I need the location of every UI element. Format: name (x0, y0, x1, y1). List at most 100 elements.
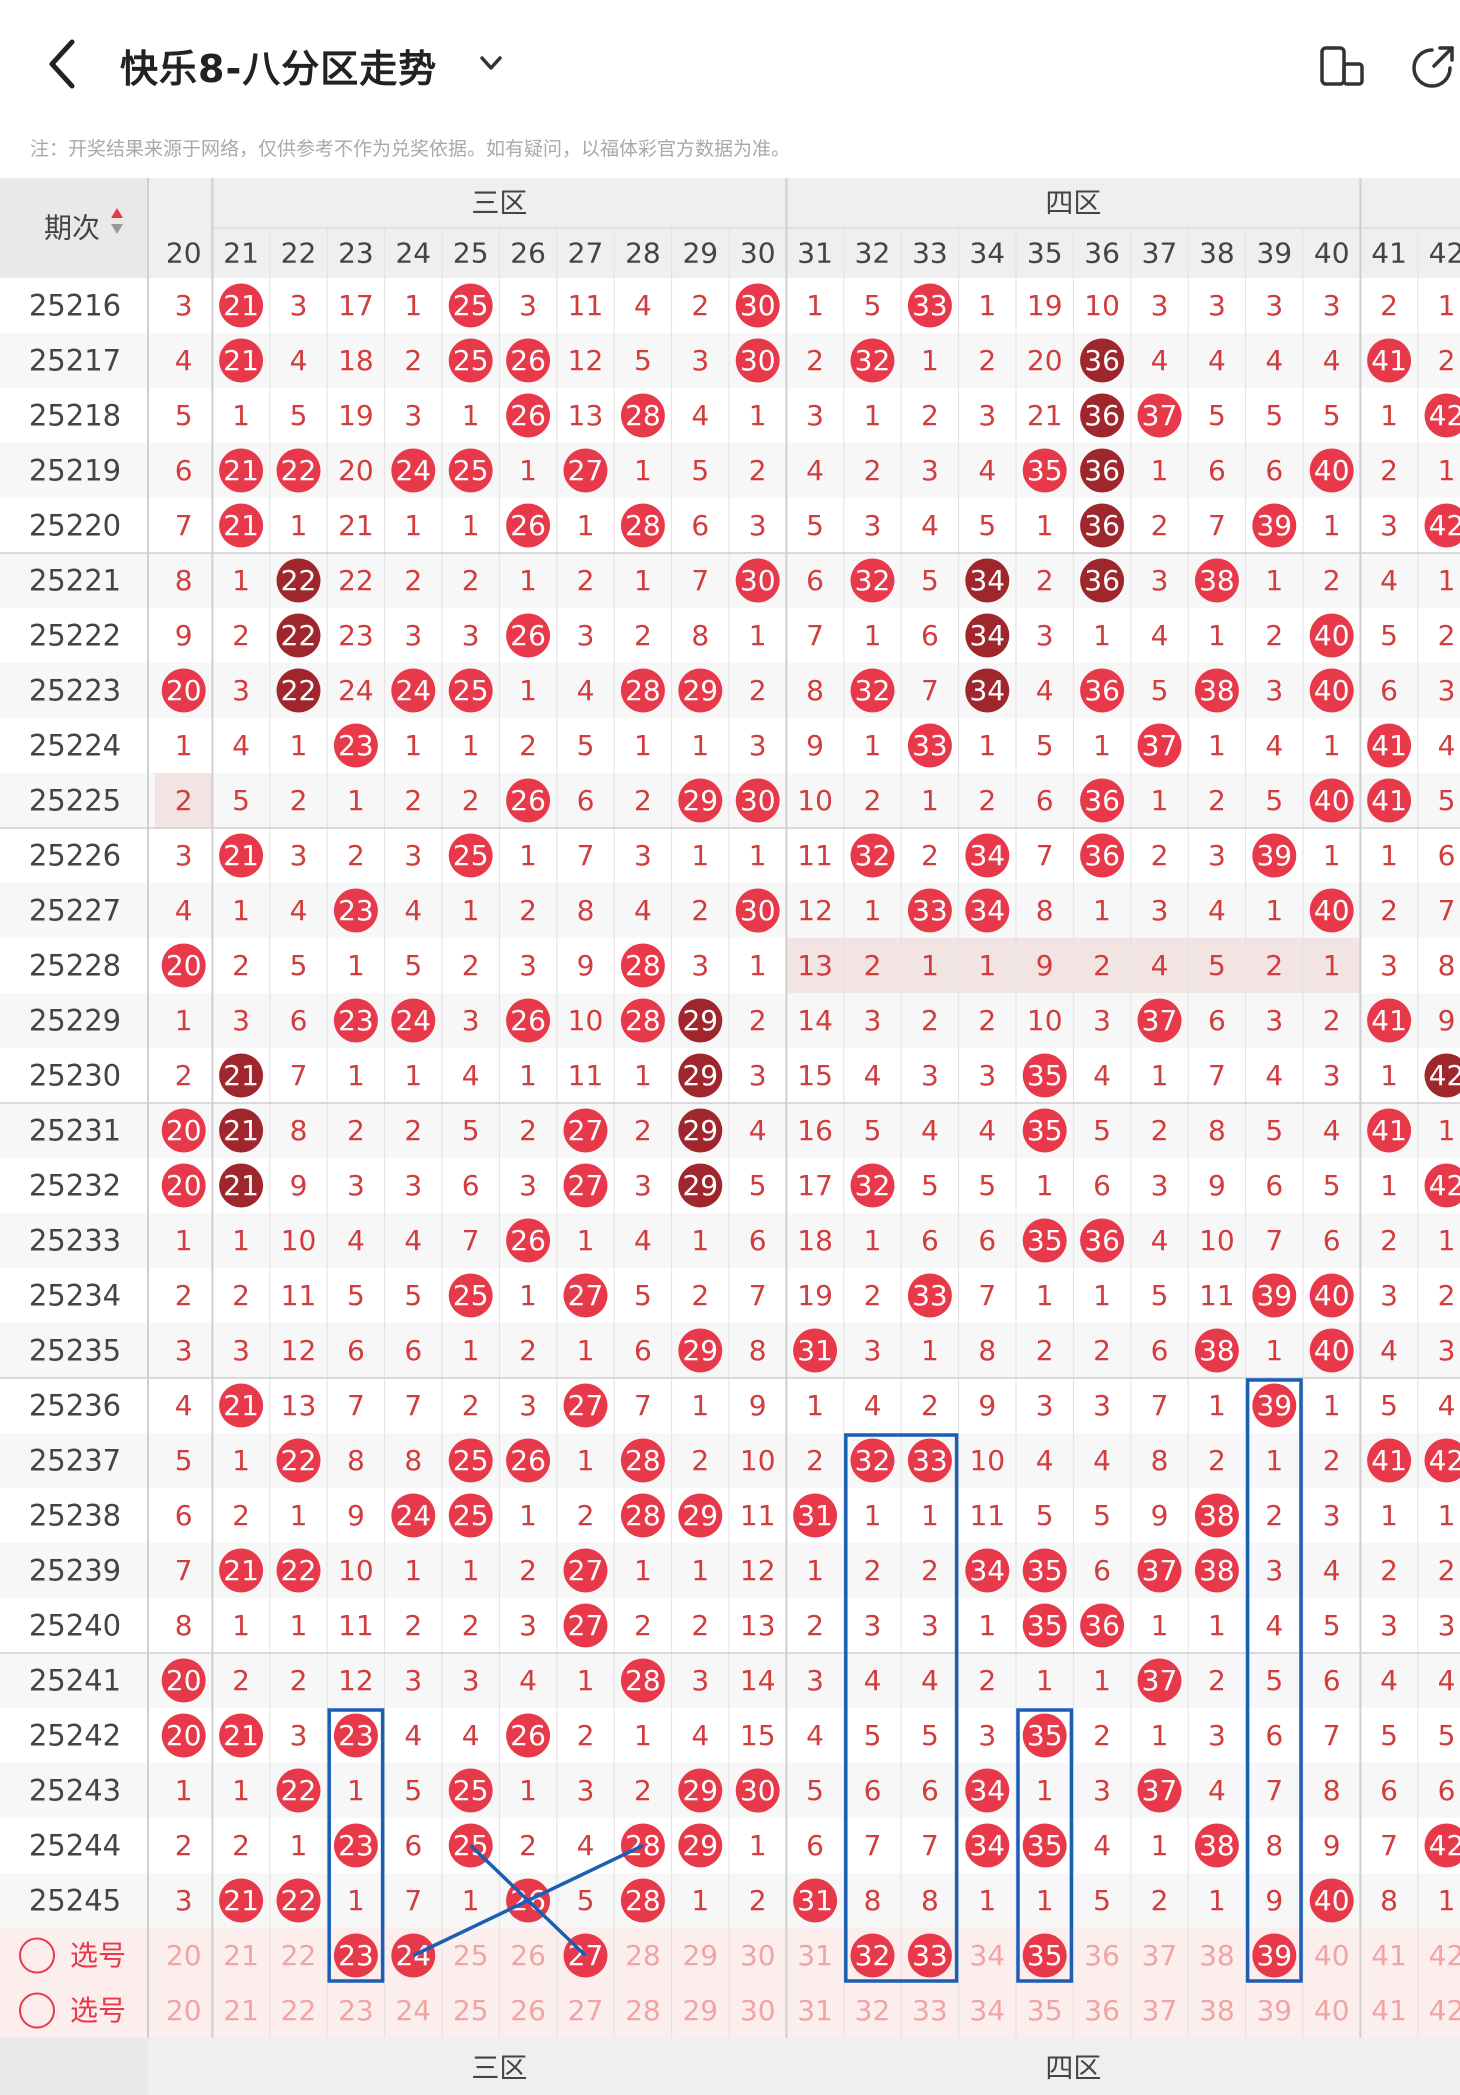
miss-count: 11 (568, 1059, 604, 1092)
miss-count: 3 (1265, 1004, 1283, 1037)
miss-count: 1 (577, 1664, 595, 1697)
miss-count: 2 (1093, 1719, 1111, 1752)
miss-count: 3 (519, 1609, 537, 1642)
drawn-number: 29 (682, 1829, 718, 1862)
miss-count: 1 (347, 1059, 365, 1092)
miss-count: 1 (1323, 509, 1341, 542)
miss-count: 2 (1438, 1554, 1456, 1587)
miss-count: 2 (175, 1059, 193, 1092)
miss-count: 3 (290, 289, 308, 322)
miss-count: 1 (978, 1609, 996, 1642)
miss-count: 4 (806, 454, 824, 487)
miss-count: 11 (568, 289, 604, 322)
select-number: 32 (855, 1994, 891, 2027)
miss-count: 5 (806, 509, 824, 542)
miss-count: 3 (347, 1169, 365, 1202)
miss-count: 5 (1438, 784, 1456, 817)
drawn-number: 37 (1142, 1004, 1178, 1037)
miss-count: 1 (232, 564, 250, 597)
miss-count: 7 (1438, 894, 1456, 927)
miss-count: 2 (1438, 619, 1456, 652)
miss-count: 1 (691, 729, 709, 762)
miss-count: 2 (864, 454, 882, 487)
drawn-number: 41 (1371, 784, 1407, 817)
miss-count: 13 (740, 1609, 776, 1642)
miss-count: 3 (290, 1719, 308, 1752)
drawn-number: 30 (740, 784, 776, 817)
drawn-number: 21 (223, 1059, 259, 1092)
select-number: 26 (510, 1939, 546, 1972)
miss-count: 1 (634, 564, 652, 597)
miss-count: 2 (1036, 1334, 1054, 1367)
issue-number: 25223 (29, 674, 121, 708)
miss-count: 1 (404, 729, 422, 762)
miss-count: 2 (1151, 1884, 1169, 1917)
miss-count: 1 (921, 949, 939, 982)
miss-count: 7 (921, 1829, 939, 1862)
select-number: 22 (281, 1994, 317, 2027)
miss-count: 1 (806, 289, 824, 322)
miss-count: 3 (978, 399, 996, 432)
miss-count: 5 (404, 949, 422, 982)
miss-count: 1 (519, 674, 537, 707)
miss-count: 1 (232, 1224, 250, 1257)
miss-count: 3 (1265, 289, 1283, 322)
miss-count: 3 (978, 1719, 996, 1752)
drawn-number: 42 (1429, 399, 1460, 432)
miss-count: 8 (1323, 1774, 1341, 1807)
miss-count: 2 (921, 1554, 939, 1587)
miss-count: 1 (462, 509, 480, 542)
select-number: 40 (1314, 1939, 1350, 1972)
drawn-number: 22 (281, 1774, 317, 1807)
miss-count: 10 (568, 1004, 604, 1037)
miss-count: 8 (1208, 1114, 1226, 1147)
miss-count: 2 (175, 1279, 193, 1312)
drawn-number: 39 (1256, 839, 1292, 872)
miss-count: 2 (691, 289, 709, 322)
miss-count: 7 (1151, 1389, 1169, 1422)
miss-count: 19 (1027, 289, 1063, 322)
drawn-number: 24 (395, 674, 431, 707)
miss-count: 1 (290, 509, 308, 542)
drawn-number: 29 (682, 784, 718, 817)
miss-count: 2 (749, 454, 767, 487)
drawn-number: 41 (1371, 344, 1407, 377)
miss-count: 1 (691, 1224, 709, 1257)
miss-count: 4 (1380, 1664, 1398, 1697)
drawn-number: 40 (1314, 1279, 1350, 1312)
drawn-number: 28 (625, 509, 661, 542)
miss-count: 8 (290, 1114, 308, 1147)
miss-count: 18 (797, 1224, 833, 1257)
miss-count: 3 (1380, 949, 1398, 982)
column-header: 29 (682, 237, 718, 270)
drawn-number: 22 (281, 454, 317, 487)
column-header: 21 (223, 237, 259, 270)
column-header: 32 (855, 237, 891, 270)
select-number: 21 (223, 1939, 259, 1972)
miss-count: 5 (1208, 949, 1226, 982)
miss-count: 3 (1438, 1334, 1456, 1367)
miss-count: 6 (921, 619, 939, 652)
miss-count: 4 (806, 1719, 824, 1752)
miss-count: 1 (1151, 1609, 1169, 1642)
column-header: 27 (568, 237, 604, 270)
miss-count: 6 (691, 509, 709, 542)
zone-label: 四区 (1045, 187, 1101, 220)
miss-count: 12 (797, 894, 833, 927)
miss-count: 4 (1323, 344, 1341, 377)
footer-issue-bg (0, 2038, 148, 2095)
drawn-number: 39 (1256, 509, 1292, 542)
select-number: 30 (740, 1994, 776, 2027)
miss-count: 7 (806, 619, 824, 652)
miss-count: 5 (921, 564, 939, 597)
miss-count: 3 (749, 729, 767, 762)
drawn-number: 31 (797, 1334, 833, 1367)
miss-count: 6 (1093, 1169, 1111, 1202)
select-number: 25 (453, 1939, 489, 1972)
miss-count: 8 (749, 1334, 767, 1367)
miss-count: 5 (1036, 1499, 1054, 1532)
drawn-number: 28 (625, 1664, 661, 1697)
column-header: 40 (1314, 237, 1350, 270)
drawn-number: 20 (166, 1169, 202, 1202)
miss-count: 1 (1151, 1719, 1169, 1752)
